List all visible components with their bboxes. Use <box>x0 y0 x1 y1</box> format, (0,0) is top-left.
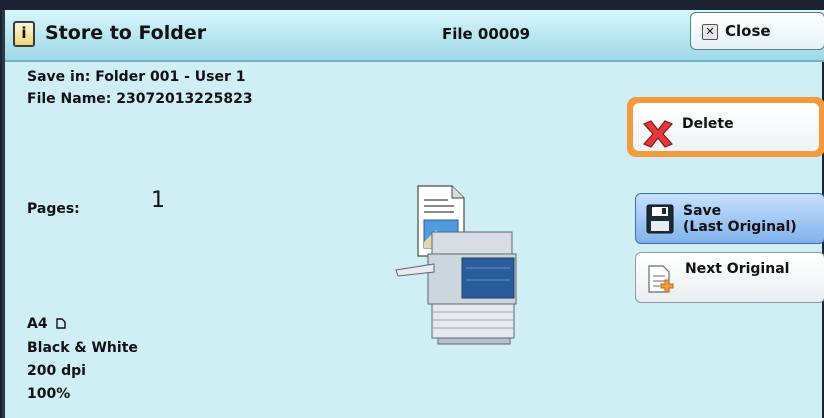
file-name-text: File Name: 23072013225823 <box>27 91 253 107</box>
delete-x-icon <box>642 120 674 148</box>
info-icon: i <box>13 21 35 47</box>
next-original-button[interactable]: Next Original <box>635 252 824 303</box>
resolution-text: 200 dpi <box>27 363 86 379</box>
save-in-text: Save in: Folder 001 - User 1 <box>27 69 246 85</box>
page-title: Store to Folder <box>45 22 207 44</box>
pages-label: Pages: <box>27 201 80 217</box>
save-label-line2: (Last Original) <box>683 219 797 235</box>
store-to-folder-panel: i Store to Folder File 00009 ✕ Close Sav… <box>2 10 824 418</box>
paper-size-text: A4 <box>27 316 48 332</box>
next-original-label: Next Original <box>685 261 790 277</box>
delete-label: Delete <box>682 116 734 132</box>
save-last-original-button[interactable]: Save (Last Original) <box>635 193 824 244</box>
delete-button-focus-ring: Delete <box>627 97 824 157</box>
pages-value: 1 <box>151 188 165 213</box>
color-mode-text: Black & White <box>27 340 138 356</box>
delete-button[interactable]: Delete <box>633 103 819 151</box>
close-button[interactable]: ✕ Close <box>690 12 824 50</box>
zoom-text: 100% <box>27 386 71 402</box>
next-original-icon <box>648 265 674 293</box>
paper-size-row: A4 <box>27 316 67 332</box>
portrait-paper-icon <box>56 318 67 329</box>
close-x-icon: ✕ <box>702 24 718 40</box>
file-number: File 00009 <box>442 25 531 43</box>
save-label-line1: Save <box>683 203 722 219</box>
printer-illustration <box>395 185 517 345</box>
save-disk-icon <box>646 204 674 234</box>
close-label: Close <box>725 22 771 40</box>
title-bar: i Store to Folder File 00009 ✕ Close <box>5 10 824 62</box>
